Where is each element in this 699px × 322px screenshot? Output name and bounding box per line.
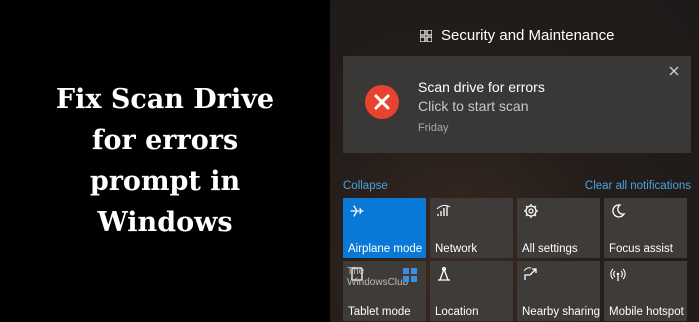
- tile-label: Network: [435, 243, 478, 255]
- tile-airplane-mode[interactable]: Airplane mode: [343, 198, 426, 258]
- headline-line: Windows: [97, 207, 233, 238]
- watermark-text: The WindowsClub: [347, 266, 408, 288]
- airplane-icon: [350, 205, 364, 217]
- watermark-line: WindowsClub: [347, 277, 409, 288]
- notification-group-header: Security and Maintenance: [420, 27, 614, 44]
- network-icon: [436, 204, 451, 216]
- tile-label: Nearby sharing: [522, 306, 600, 318]
- headline-line: prompt in: [89, 166, 241, 197]
- security-maintenance-icon: [420, 29, 432, 42]
- error-x-icon: [365, 85, 399, 119]
- tile-all-settings[interactable]: All settings: [517, 198, 600, 258]
- collapse-link[interactable]: Collapse: [343, 180, 388, 192]
- tile-label: Mobile hotspot: [609, 306, 684, 318]
- share-icon: [523, 267, 537, 280]
- notification-time: Friday: [418, 122, 449, 134]
- tile-network[interactable]: Network: [430, 198, 513, 258]
- tile-mobile-hotspot[interactable]: Mobile hotspot: [604, 261, 687, 321]
- tile-nearby-sharing[interactable]: Nearby sharing: [517, 261, 600, 321]
- tile-label: Airplane mode: [348, 243, 423, 255]
- notification-title: Scan drive for errors: [418, 79, 545, 95]
- action-center: Security and Maintenance Scan drive for …: [330, 0, 699, 322]
- tile-label: Tablet mode: [348, 306, 411, 318]
- headline: Fix Scan Drive for errors prompt in Wind…: [35, 79, 295, 243]
- location-icon: [438, 266, 450, 281]
- watermark-line: The: [347, 266, 365, 277]
- tile-label: Focus assist: [609, 243, 673, 255]
- notification-card[interactable]: Scan drive for errors Click to start sca…: [343, 56, 691, 153]
- tile-focus-assist[interactable]: Focus assist: [604, 198, 687, 258]
- close-icon[interactable]: [667, 64, 681, 78]
- clear-all-notifications-link[interactable]: Clear all notifications: [585, 180, 691, 192]
- headline-line: Fix Scan Drive: [55, 84, 275, 115]
- group-title: Security and Maintenance: [441, 27, 615, 44]
- tile-label: Location: [435, 306, 479, 318]
- windows-logo-icon: [403, 268, 417, 282]
- tile-location[interactable]: Location: [430, 261, 513, 321]
- notification-subtitle: Click to start scan: [418, 98, 529, 114]
- title-panel: Fix Scan Drive for errors prompt in Wind…: [0, 0, 330, 322]
- moon-icon: [612, 204, 626, 218]
- headline-line: for errors: [91, 125, 239, 156]
- hotspot-icon: [610, 268, 626, 281]
- gear-icon: [524, 204, 538, 218]
- tile-label: All settings: [522, 243, 578, 255]
